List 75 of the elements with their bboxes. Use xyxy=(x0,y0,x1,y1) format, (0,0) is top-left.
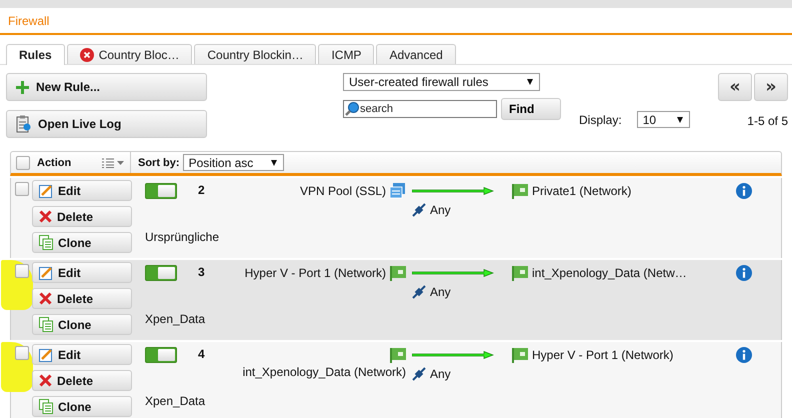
toolbar-button[interactable]: Open Live Log xyxy=(6,110,207,138)
result-count: 1-5 of 5 xyxy=(747,114,788,128)
network-flag-icon xyxy=(390,265,406,281)
tab[interactable]: Country Blockin… xyxy=(194,44,316,64)
tab[interactable]: Country Bloc… xyxy=(66,44,192,64)
delete-icon xyxy=(39,374,52,387)
rule-service: Any xyxy=(430,285,451,299)
filter-dropdown[interactable]: User-created firewall rules xyxy=(343,73,540,91)
find-button[interactable]: Find xyxy=(501,98,561,120)
network-flag-icon xyxy=(512,265,528,281)
plus-icon xyxy=(16,80,29,94)
rule-source: int_Xpenology_Data (Network) xyxy=(242,365,406,379)
row-checkbox[interactable] xyxy=(15,182,29,196)
clone-icon xyxy=(39,317,53,332)
sort-dropdown[interactable]: Position asc xyxy=(182,154,284,171)
rule-description: Xpen_Data xyxy=(145,312,206,326)
display-label: Display: xyxy=(579,112,622,126)
network-flag-icon xyxy=(390,347,406,363)
rule-position: 3 xyxy=(197,265,206,279)
action-button[interactable]: Edit xyxy=(32,344,132,365)
delete-icon xyxy=(39,210,52,223)
rule-position: 2 xyxy=(197,183,206,197)
rule-destination: int_Xpenology_Data (Netw… xyxy=(532,266,687,280)
plug-icon xyxy=(412,285,426,299)
server-icon xyxy=(390,183,406,199)
enable-toggle[interactable] xyxy=(145,183,177,199)
edit-icon xyxy=(39,266,53,280)
action-button[interactable]: Clone xyxy=(32,232,132,253)
plug-icon xyxy=(412,203,426,217)
search-field[interactable]: search xyxy=(343,100,497,118)
action-button[interactable]: Clone xyxy=(32,314,132,335)
delete-icon xyxy=(39,292,52,305)
select-all-checkbox[interactable] xyxy=(16,156,30,170)
sort-label: Sort by: xyxy=(138,156,180,168)
action-button[interactable]: Delete xyxy=(32,288,132,309)
previous-page-button[interactable]: « xyxy=(718,73,752,101)
edit-icon xyxy=(39,348,53,362)
action-button[interactable]: Delete xyxy=(32,206,132,227)
tab[interactable]: Rules xyxy=(6,44,65,65)
network-flag-icon xyxy=(512,347,528,363)
rule-source: Hyper V - Port 1 (Network) xyxy=(244,266,386,280)
rule-service: Any xyxy=(430,367,451,381)
enable-toggle[interactable] xyxy=(145,347,177,363)
clone-icon xyxy=(39,399,53,414)
toolbar-button[interactable]: New Rule... xyxy=(6,73,207,101)
rule-position: 4 xyxy=(197,347,206,361)
action-button[interactable]: Edit xyxy=(32,262,132,283)
info-icon[interactable] xyxy=(736,183,752,199)
column-header: Action xyxy=(37,156,72,168)
search-icon xyxy=(345,102,359,116)
column-menu-icon[interactable] xyxy=(102,158,124,168)
rule-destination: Hyper V - Port 1 (Network) xyxy=(532,348,674,362)
rule-description: Xpen_Data xyxy=(145,394,206,408)
action-button[interactable]: Delete xyxy=(32,370,132,391)
page-title: Firewall xyxy=(8,14,50,28)
rule-description: Ursprüngliche xyxy=(145,230,220,244)
network-flag-icon xyxy=(512,183,528,199)
info-icon[interactable] xyxy=(736,347,752,363)
row-checkbox[interactable] xyxy=(15,264,29,278)
rule-destination: Private1 (Network) xyxy=(532,184,632,198)
tab[interactable]: ICMP xyxy=(318,44,374,64)
next-page-button[interactable]: » xyxy=(754,73,788,101)
clone-icon xyxy=(39,235,53,250)
tab[interactable]: Advanced xyxy=(376,44,456,64)
info-icon[interactable] xyxy=(736,265,752,281)
clipboard-icon xyxy=(16,115,31,133)
rule-source: VPN Pool (SSL) xyxy=(300,184,386,198)
action-button[interactable]: Clone xyxy=(32,396,132,417)
row-checkbox[interactable] xyxy=(15,346,29,360)
display-dropdown[interactable]: 10 xyxy=(636,111,690,128)
action-button[interactable]: Edit xyxy=(32,180,132,201)
edit-icon xyxy=(39,184,53,198)
rule-service: Any xyxy=(430,203,451,217)
plug-icon xyxy=(412,367,426,381)
enable-toggle[interactable] xyxy=(145,265,177,281)
